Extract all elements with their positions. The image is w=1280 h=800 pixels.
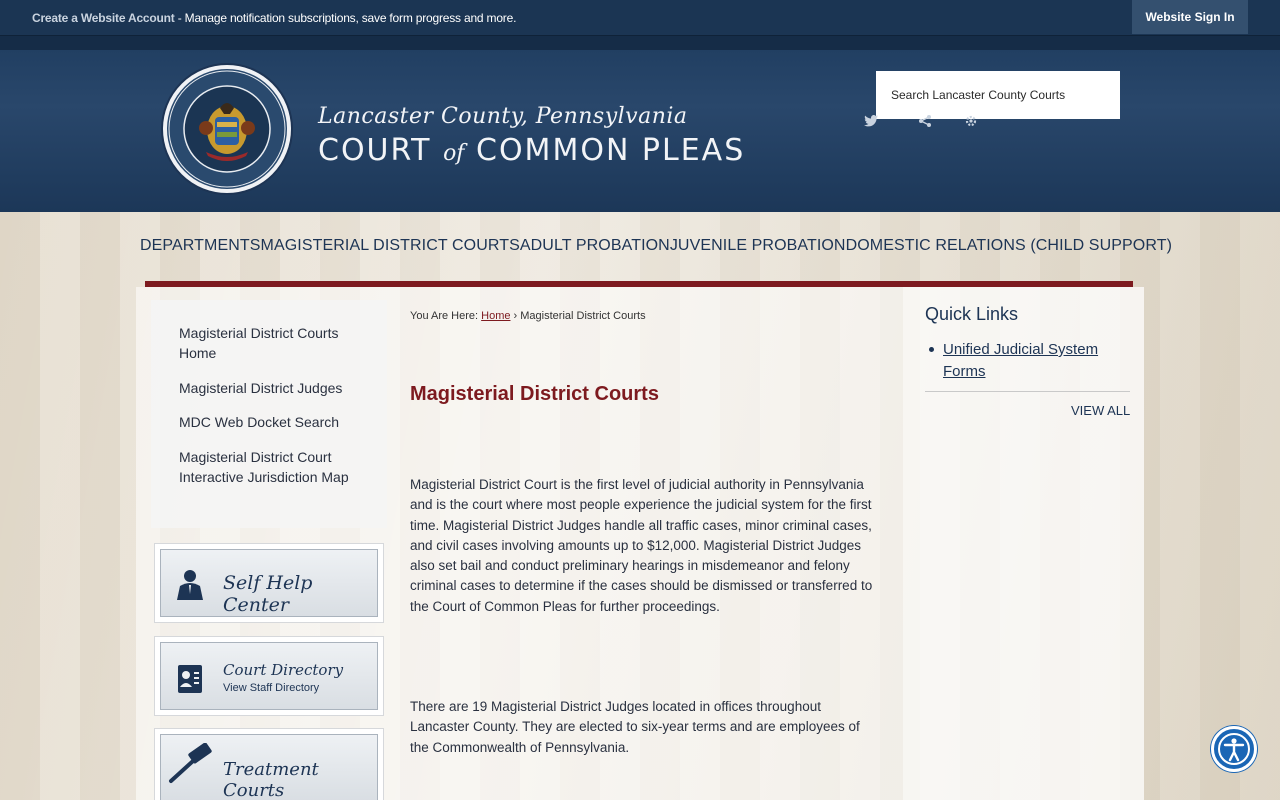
quick-links-divider	[925, 391, 1130, 392]
promo-title: Treatment Courts	[223, 759, 319, 800]
promo-title: Court Directory	[223, 661, 344, 679]
accessibility-icon	[1218, 733, 1250, 765]
utility-bar: Create a Website Account - Manage notifi…	[0, 0, 1280, 36]
breadcrumb-current: Magisterial District Courts	[520, 310, 646, 322]
gavel-icon	[167, 742, 217, 792]
sidebar-item-judges[interactable]: Magisterial District Judges	[179, 378, 359, 398]
site-title[interactable]: Lancaster County, Pennsylvania COURT of …	[318, 104, 745, 168]
account-description: - Manage notification subscriptions, sav…	[174, 11, 517, 25]
nav-magisterial-district-courts[interactable]: MAGISTERIAL DISTRICT COURTS	[261, 237, 520, 261]
judges-paragraph: There are 19 Magisterial District Judges…	[410, 699, 860, 755]
site-title-location: Lancaster County, Pennsylvania	[318, 104, 688, 129]
sidebar-menu: Magisterial District Courts Home Magiste…	[151, 300, 387, 528]
create-account-link[interactable]: Create a Website Account	[32, 11, 175, 25]
nav-adult-probation[interactable]: ADULT PROBATION	[520, 237, 670, 261]
promo-inner: Court Directory View Staff Directory	[160, 642, 378, 710]
sign-in-button[interactable]: Website Sign In	[1132, 0, 1248, 34]
quick-links-title: Quick Links	[925, 304, 1019, 324]
directory-icon	[175, 663, 205, 700]
quick-links-panel: Quick Links Unified Judicial System Form…	[903, 287, 1144, 800]
breadcrumb-separator: ›	[510, 310, 521, 322]
promo-inner: Self Help Center	[160, 549, 378, 617]
title-of-word: of	[443, 141, 465, 166]
site-title-court: COURT of COMMON PLEAS	[318, 133, 745, 168]
promo-court-directory[interactable]: Court Directory View Staff Directory	[154, 636, 384, 716]
intro-paragraph: Magisterial District Court is the first …	[410, 477, 873, 614]
main-navigation: DEPARTMENTS MAGISTERIAL DISTRICT COURTS …	[140, 237, 1172, 261]
sidebar-item-web-docket[interactable]: MDC Web Docket Search	[179, 412, 359, 432]
twitter-icon[interactable]	[864, 114, 878, 130]
quick-link-ujs-forms[interactable]: Unified Judicial System Forms	[943, 339, 1128, 383]
person-icon	[175, 568, 205, 605]
sidebar-item-jurisdiction-map[interactable]: Magisterial District Court Interactive J…	[179, 447, 359, 487]
account-prompt: Create a Website Account - Manage notifi…	[32, 11, 516, 25]
nav-juvenile-probation[interactable]: JUVENILE PROBATION	[670, 237, 846, 261]
promo-inner: Treatment Courts	[160, 734, 378, 800]
promo-self-help-center[interactable]: Self Help Center	[154, 543, 384, 623]
promo-treatment-courts[interactable]: Treatment Courts	[154, 728, 384, 800]
nav-domestic-relations[interactable]: DOMESTIC RELATIONS (CHILD SUPPORT)	[846, 237, 1172, 261]
promo-title: Self Help Center	[223, 572, 313, 616]
list-bullet	[929, 347, 934, 352]
title-court-word: COURT	[318, 133, 432, 168]
page-title: Magisterial District Courts	[410, 383, 659, 405]
title-rest-words: COMMON PLEAS	[476, 133, 746, 168]
promo-subtitle: View Staff Directory	[223, 682, 320, 694]
accessibility-button[interactable]	[1211, 726, 1257, 772]
site-header: Lancaster County, Pennsylvania COURT of …	[0, 36, 1280, 212]
settings-icon[interactable]	[964, 114, 978, 131]
sidebar-item-mdc-home[interactable]: Magisterial District Courts Home	[179, 323, 359, 363]
breadcrumb-home-link[interactable]: Home	[481, 310, 510, 322]
breadcrumb: You Are Here: Home › Magisterial Distric…	[410, 310, 646, 322]
share-icon[interactable]	[918, 114, 932, 131]
breadcrumb-prefix: You Are Here:	[410, 310, 482, 322]
view-all-link[interactable]: VIEW ALL	[1071, 403, 1130, 418]
county-seal-logo[interactable]	[160, 62, 294, 196]
nav-departments[interactable]: DEPARTMENTS	[140, 237, 261, 261]
search-input[interactable]	[876, 71, 1120, 119]
